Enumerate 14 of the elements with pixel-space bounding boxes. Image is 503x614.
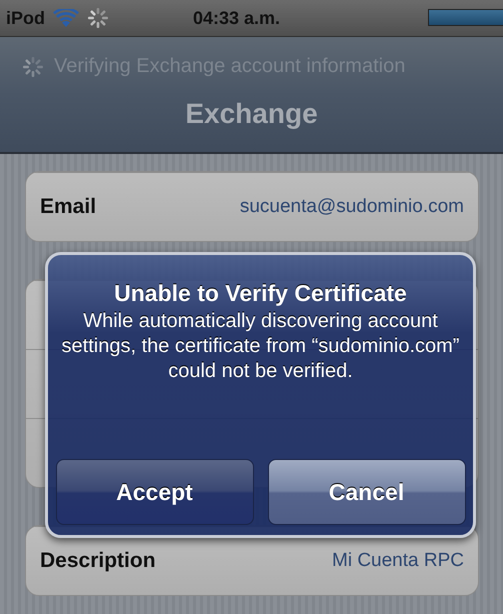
cancel-button[interactable]: Cancel (268, 459, 466, 525)
alert-message: While automatically discovering account settings, the certificate from “sudominio.com” could not be verified. (60, 309, 460, 384)
alert-title: Unable to Verify Certificate (114, 279, 407, 307)
activity-icon (87, 7, 109, 29)
loading-icon (22, 56, 44, 78)
nav-title: Exchange (185, 98, 318, 130)
input-field[interactable]: sucuenta@sudominio.com (240, 196, 464, 218)
carrier-name: iPod (6, 8, 45, 28)
accept-button[interactable]: Accept (56, 459, 254, 525)
input-field[interactable]: Mi Cuenta RPC (332, 550, 464, 572)
field-label: Email (40, 195, 96, 219)
wifi-icon (53, 9, 79, 27)
status-time: 04:33 a.m. (192, 8, 280, 28)
field-label: Description (40, 549, 156, 573)
